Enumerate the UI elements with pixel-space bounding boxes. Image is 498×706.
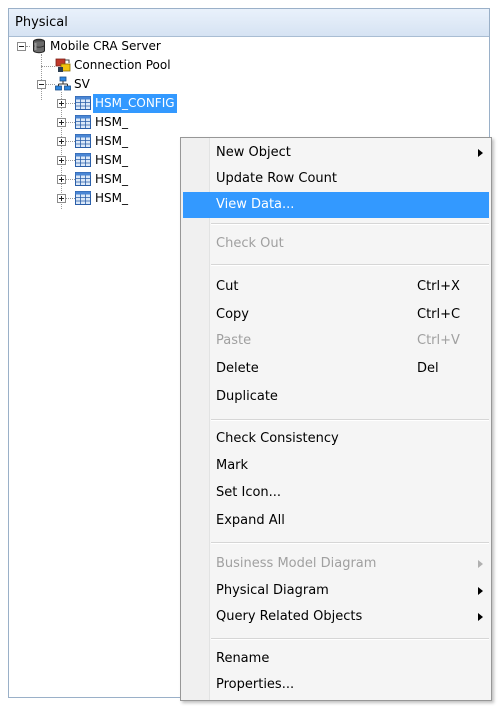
schema-icon [55, 76, 71, 91]
tree-node-label: Connection Pool [74, 58, 171, 72]
menu-item-mark[interactable]: Mark [183, 453, 489, 479]
database-icon [33, 38, 45, 54]
menu-separator [211, 223, 489, 225]
menu-item-check-out[interactable]: Check Out [183, 231, 489, 257]
panel-title: Physical [9, 9, 489, 37]
menu-item-copy[interactable]: Copy Ctrl+C [183, 302, 489, 328]
menu-item-update-row-count[interactable]: Update Row Count [183, 166, 489, 192]
collapse-toggle[interactable] [17, 42, 26, 51]
expand-toggle[interactable] [57, 156, 66, 165]
expand-toggle[interactable] [57, 175, 66, 184]
tree-node-label: HSM_ [95, 191, 128, 205]
menu-item-paste[interactable]: Paste Ctrl+V [183, 328, 489, 354]
menu-item-business-model-diagram[interactable]: Business Model Diagram [183, 551, 489, 577]
menu-item-physical-diagram[interactable]: Physical Diagram [183, 578, 489, 604]
submenu-arrow-icon [478, 587, 483, 595]
menu-item-view-data[interactable]: View Data... [183, 192, 489, 218]
expand-toggle[interactable] [57, 118, 66, 127]
menu-item-rename[interactable]: Rename [183, 646, 489, 672]
tree-node-label: Mobile CRA Server [50, 39, 161, 53]
expand-toggle[interactable] [57, 194, 66, 203]
submenu-arrow-icon [478, 149, 483, 157]
tree-node-label: HSM_ [95, 134, 128, 148]
menu-item-new-object[interactable]: New Object [183, 140, 489, 166]
menu-item-expand-all[interactable]: Expand All [183, 508, 489, 534]
menu-separator [211, 264, 489, 266]
submenu-arrow-icon [478, 613, 483, 621]
tree-node-label: HSM_ [95, 153, 128, 167]
submenu-arrow-icon [478, 560, 483, 568]
context-menu: New Object Update Row Count View Data...… [180, 137, 492, 701]
menu-item-properties[interactable]: Properties... [183, 672, 489, 698]
menu-separator [211, 638, 489, 640]
table-icon [75, 153, 91, 167]
table-icon [75, 115, 91, 129]
menu-item-query-related-objects[interactable]: Query Related Objects [183, 604, 489, 630]
menu-item-set-icon[interactable]: Set Icon... [183, 480, 489, 506]
tree-node-label: HSM_ [95, 115, 128, 129]
table-icon [75, 172, 91, 186]
expand-toggle[interactable] [57, 137, 66, 146]
table-icon [75, 134, 91, 148]
menu-item-cut[interactable]: Cut Ctrl+X [183, 274, 489, 300]
menu-separator [211, 542, 489, 544]
table-icon [75, 191, 91, 205]
tree-node-label: SV [74, 77, 90, 91]
menu-item-duplicate[interactable]: Duplicate [183, 384, 489, 410]
table-icon [75, 96, 91, 110]
menu-separator [211, 419, 489, 421]
collapse-toggle[interactable] [37, 80, 46, 89]
tree-node-label: HSM_CONFIG [93, 94, 177, 113]
connection-pool-icon [55, 58, 71, 72]
menu-item-delete[interactable]: Delete Del [183, 356, 489, 382]
expand-toggle[interactable] [57, 99, 66, 108]
menu-item-check-consistency[interactable]: Check Consistency [183, 426, 489, 452]
tree-node-label: HSM_ [95, 172, 128, 186]
